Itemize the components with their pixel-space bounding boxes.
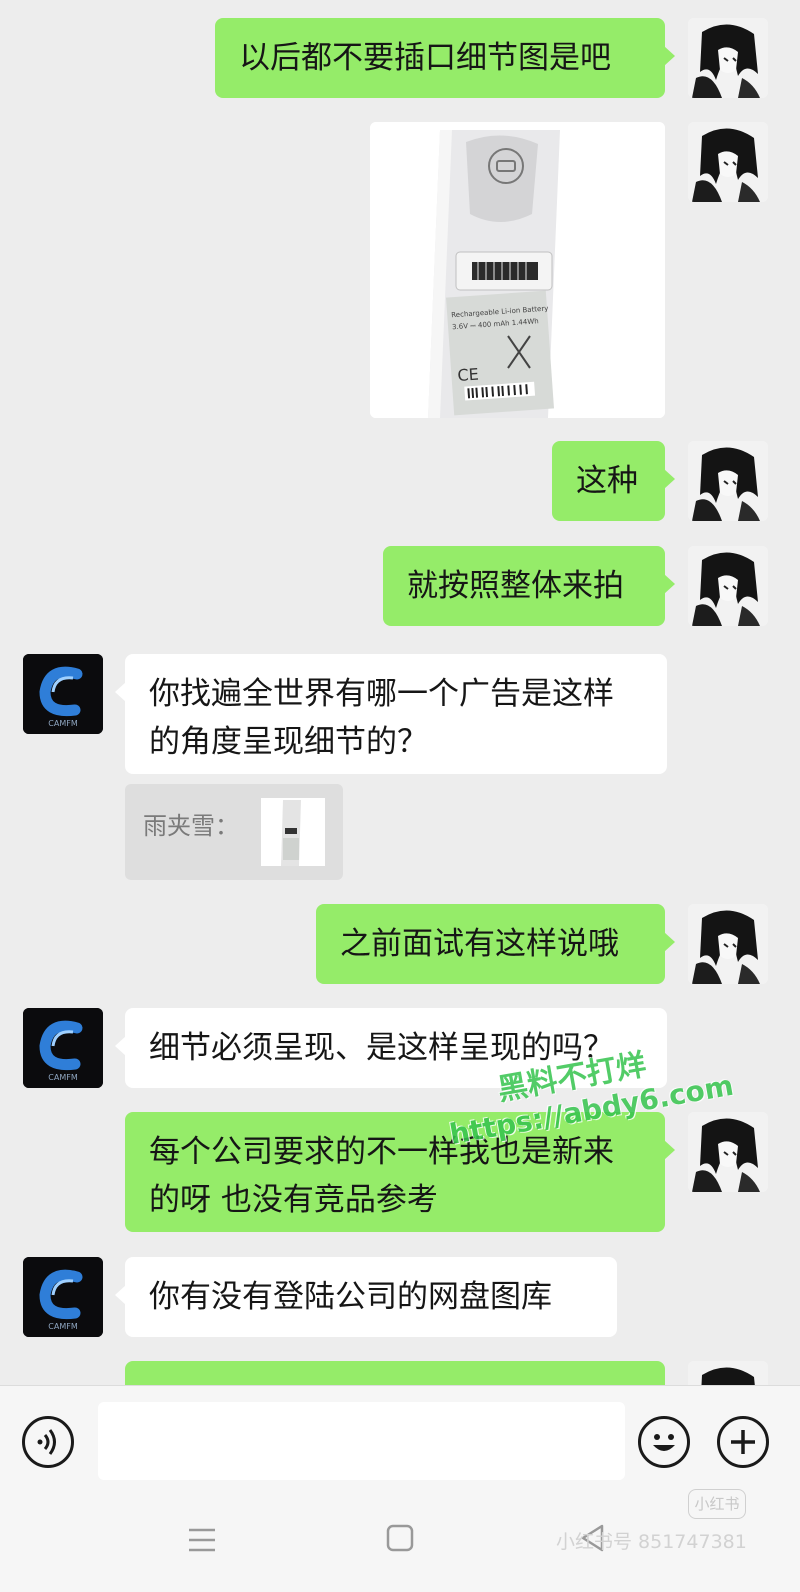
my-avatar[interactable]	[688, 18, 768, 98]
my-avatar[interactable]	[688, 546, 768, 626]
anime-avatar-icon	[688, 1112, 768, 1192]
chat-area[interactable]: 以后都不要插口细节图是吧 Rechargeable Li-ion Battery…	[0, 0, 800, 1385]
message-bubble-sent-partial[interactable]	[125, 1361, 665, 1385]
plus-button[interactable]	[717, 1416, 769, 1468]
message-text: 之前面试有这样说哦	[340, 926, 619, 962]
emoji-button[interactable]	[638, 1416, 690, 1468]
my-avatar[interactable]	[688, 441, 768, 521]
message-input-bar	[0, 1385, 800, 1487]
anime-avatar-icon	[688, 18, 768, 98]
message-text: 你找遍全世界有哪一个广告是这样的角度呈现细节的？	[149, 676, 614, 760]
battery-label-ce: CE	[457, 365, 480, 385]
contact-avatar[interactable]: CAMFM	[23, 1257, 103, 1337]
anime-avatar-icon	[688, 122, 768, 202]
battery-product-photo: Rechargeable Li-ion Battery 3.6V ⎓ 400 m…	[370, 122, 665, 418]
camfm-logo-icon: CAMFM	[23, 654, 103, 734]
anime-avatar-icon	[688, 546, 768, 626]
my-avatar[interactable]	[688, 1361, 768, 1385]
camfm-logo-text: CAMFM	[48, 1322, 78, 1331]
quoted-image-thumbnail	[261, 798, 325, 866]
my-avatar[interactable]	[688, 904, 768, 984]
my-avatar[interactable]	[688, 122, 768, 202]
message-bubble-sent[interactable]: 之前面试有这样说哦	[316, 904, 675, 984]
anime-avatar-icon	[688, 904, 768, 984]
my-avatar[interactable]	[688, 1112, 768, 1192]
message-text: 这种	[576, 463, 638, 499]
message-text: 你有没有登陆公司的网盘图库	[149, 1279, 552, 1315]
message-bubble-sent[interactable]: 就按照整体来拍	[383, 546, 675, 626]
message-text: 每个公司要求的不一样我也是新来的呀 也没有竞品参考	[149, 1134, 614, 1218]
quoted-sender: 雨夹雪：	[143, 812, 239, 840]
nav-home-icon[interactable]	[385, 1523, 415, 1553]
message-text: 就按照整体来拍	[407, 568, 624, 604]
voice-button[interactable]	[22, 1416, 74, 1468]
message-bubble-sent[interactable]: 以后都不要插口细节图是吧	[215, 18, 675, 98]
camfm-logo-text: CAMFM	[48, 1073, 78, 1082]
nav-menu-icon[interactable]	[187, 1525, 217, 1555]
voice-icon	[37, 1429, 56, 1455]
footer-watermark-text: 小红书号 851747381	[556, 1531, 747, 1553]
contact-avatar[interactable]: CAMFM	[23, 1008, 103, 1088]
message-bubble-sent[interactable]: 每个公司要求的不一样我也是新来的呀 也没有竞品参考	[125, 1112, 675, 1232]
plus-icon	[731, 1430, 755, 1454]
message-bubble-sent[interactable]: 这种	[552, 441, 675, 521]
camfm-logo-icon: CAMFM	[23, 1257, 103, 1337]
message-bubble-received[interactable]: 你有没有登陆公司的网盘图库	[115, 1257, 617, 1337]
quoted-message[interactable]: 雨夹雪：	[125, 784, 343, 880]
system-navigation-bar: 小红书 小红书号 851747381	[0, 1487, 800, 1592]
contact-avatar[interactable]: CAMFM	[23, 654, 103, 734]
product-photo-message[interactable]: Rechargeable Li-ion Battery 3.6V ⎓ 400 m…	[370, 122, 665, 418]
footer-watermark-badge: 小红书	[688, 1489, 746, 1519]
anime-avatar-icon	[688, 1361, 768, 1385]
camfm-logo-icon: CAMFM	[23, 1008, 103, 1088]
message-bubble-received[interactable]: 你找遍全世界有哪一个广告是这样的角度呈现细节的？	[115, 654, 667, 774]
emoji-icon	[653, 1434, 675, 1451]
message-text-input[interactable]	[98, 1402, 625, 1480]
message-text: 以后都不要插口细节图是吧	[239, 40, 611, 76]
anime-avatar-icon	[688, 441, 768, 521]
camfm-logo-text: CAMFM	[48, 719, 78, 728]
message-text: 细节必须呈现、是这样呈现的吗？	[149, 1030, 614, 1066]
